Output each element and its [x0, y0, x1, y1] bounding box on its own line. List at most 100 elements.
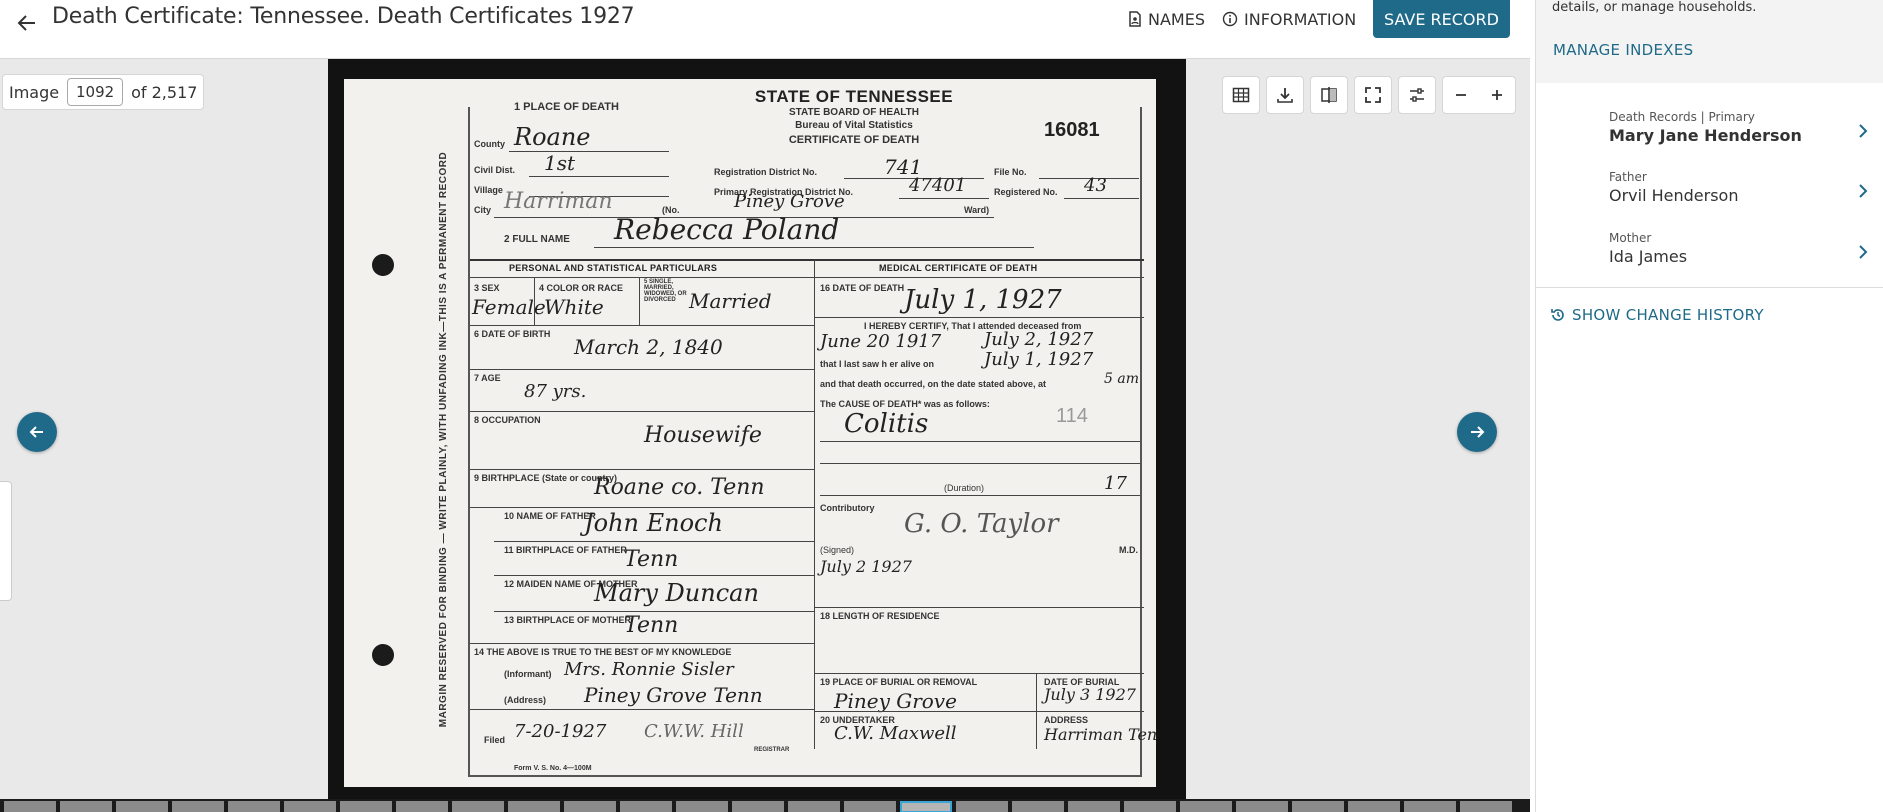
- duration-label: (Duration): [944, 483, 985, 493]
- header-bar: Death Certificate: Tennessee. Death Cert…: [0, 0, 1535, 58]
- image-number-input[interactable]: [67, 78, 124, 106]
- thumbnail[interactable]: [452, 801, 504, 812]
- informant-label: (Informant): [504, 669, 552, 679]
- age-value: 87 yrs.: [524, 381, 587, 402]
- adjust-button[interactable]: [1398, 76, 1436, 114]
- thumbnail-active[interactable]: [900, 801, 952, 812]
- birthplace-value: Roane co. Tenn: [594, 475, 765, 500]
- arrow-right-circle-icon: [1471, 426, 1485, 438]
- image-label: Image: [9, 82, 60, 102]
- previous-image-button[interactable]: [17, 412, 57, 452]
- names-button[interactable]: NAMES: [1128, 7, 1205, 31]
- thumbnail[interactable]: [340, 801, 392, 812]
- place-of-death-label: 1 PLACE OF DEATH: [514, 101, 619, 113]
- thumbnail[interactable]: [60, 801, 112, 812]
- back-button[interactable]: [10, 6, 44, 40]
- thumbnail[interactable]: [1068, 801, 1120, 812]
- civil-district-label: Civil Dist.: [474, 165, 516, 175]
- undertaker-address-label: ADDRESS: [1044, 715, 1089, 725]
- download-button[interactable]: [1266, 76, 1304, 114]
- thumbnail[interactable]: [1348, 801, 1400, 812]
- primary-reg-value: 47401: [909, 175, 967, 196]
- signed-label: (Signed): [820, 545, 855, 555]
- zoom-out-button[interactable]: [1443, 77, 1479, 113]
- minus-icon: [1456, 94, 1466, 96]
- arrow-left-icon: [17, 15, 35, 31]
- show-change-history-link[interactable]: SHOW CHANGE HISTORY: [1550, 306, 1764, 324]
- contributory-label: Contributory: [820, 503, 875, 513]
- thumbnail[interactable]: [676, 801, 728, 812]
- city-label: City: [474, 205, 492, 215]
- information-label: INFORMATION: [1244, 9, 1357, 29]
- thumbnail[interactable]: [620, 801, 672, 812]
- occupation-value: Housewife: [644, 423, 762, 448]
- record-side-panel: details, or manage households. MANAGE IN…: [1535, 0, 1883, 812]
- thumbnail[interactable]: [396, 801, 448, 812]
- binding-hole: [372, 254, 394, 276]
- thumbnail[interactable]: [1236, 801, 1288, 812]
- thumbnail[interactable]: [1460, 801, 1512, 812]
- thumbnail[interactable]: [1124, 801, 1176, 812]
- mother-birthplace-label: 13 BIRTHPLACE OF MOTHER: [504, 615, 632, 625]
- panel-divider: [1536, 287, 1883, 288]
- person-row-primary[interactable]: Death Records | Primary Mary Jane Hender…: [1536, 110, 1883, 160]
- document-person-icon: [1129, 11, 1141, 27]
- chevron-right-icon: [1859, 184, 1868, 198]
- compare-button[interactable]: [1310, 76, 1348, 114]
- cause-value: Colitis: [844, 409, 929, 439]
- download-icon: [1277, 88, 1293, 103]
- occupation-label: 8 OCCUPATION: [474, 415, 541, 425]
- board-label: STATE BOARD OF HEALTH: [789, 107, 919, 118]
- binding-hole: [372, 644, 394, 666]
- file-no-label: File No.: [994, 167, 1027, 177]
- margin-note: MARGIN RESERVED FOR BINDING — WRITE PLAI…: [438, 151, 450, 727]
- thumbnail-strip: [0, 799, 1530, 812]
- full-name-value: Rebecca Poland: [614, 213, 840, 246]
- thumbnail[interactable]: [508, 801, 560, 812]
- thumbnail[interactable]: [4, 801, 56, 812]
- registrar-signature: C.W.W. Hill: [644, 721, 744, 742]
- viewer-toolbar: [1222, 76, 1516, 114]
- father-birthplace-value: Tenn: [624, 547, 679, 572]
- thumbnail[interactable]: [284, 801, 336, 812]
- burial-value: Piney Grove: [834, 689, 957, 713]
- thumbnail[interactable]: [1012, 801, 1064, 812]
- thumbnail[interactable]: [956, 801, 1008, 812]
- thumbnail[interactable]: [1292, 801, 1344, 812]
- state-title: STATE OF TENNESSEE: [754, 87, 954, 106]
- manage-indexes-link[interactable]: MANAGE INDEXES: [1553, 41, 1693, 59]
- person-row-mother[interactable]: Mother Ida James: [1536, 231, 1883, 281]
- image-viewer[interactable]: MARGIN RESERVED FOR BINDING — WRITE PLAI…: [0, 58, 1530, 812]
- informant-head: 14 THE ABOVE IS TRUE TO THE BEST OF MY K…: [474, 647, 732, 657]
- fullscreen-button[interactable]: [1354, 76, 1392, 114]
- save-record-button[interactable]: SAVE RECORD: [1373, 0, 1510, 38]
- thumbnail[interactable]: [1404, 801, 1456, 812]
- zoom-in-button[interactable]: [1479, 77, 1515, 113]
- duration-value: 17: [1104, 473, 1127, 494]
- thumbnail[interactable]: [844, 801, 896, 812]
- thumbnail[interactable]: [228, 801, 280, 812]
- thumbnail[interactable]: [564, 801, 616, 812]
- thumbnail[interactable]: [732, 801, 784, 812]
- grid-view-button[interactable]: [1222, 76, 1260, 114]
- thumbnail[interactable]: [116, 801, 168, 812]
- information-button[interactable]: INFORMATION: [1222, 7, 1356, 31]
- history-label: SHOW CHANGE HISTORY: [1572, 306, 1764, 324]
- last-saw-label: that I last saw h er alive on: [820, 359, 935, 369]
- person-row-father[interactable]: Father Orvil Henderson: [1536, 170, 1883, 220]
- image-counter: Image of 2,517: [2, 74, 205, 110]
- death-time-text: and that death occurred, on the date sta…: [820, 379, 1047, 389]
- side-panel-tab[interactable]: [0, 481, 12, 601]
- panel-description: details, or manage households.: [1552, 0, 1757, 15]
- color-label: 4 COLOR OR RACE: [539, 283, 624, 293]
- marital-value: Married: [689, 289, 772, 313]
- thumbnail[interactable]: [788, 801, 840, 812]
- next-image-button[interactable]: [1457, 412, 1497, 452]
- person-name: Mary Jane Henderson: [1609, 126, 1802, 145]
- document-image[interactable]: MARGIN RESERVED FOR BINDING — WRITE PLAI…: [328, 59, 1186, 799]
- person-role-label: Mother: [1609, 231, 1652, 245]
- thumbnail[interactable]: [1180, 801, 1232, 812]
- attended-from-value: June 20 1917: [820, 331, 942, 352]
- medical-section-head: MEDICAL CERTIFICATE OF DEATH: [879, 263, 1038, 273]
- thumbnail[interactable]: [172, 801, 224, 812]
